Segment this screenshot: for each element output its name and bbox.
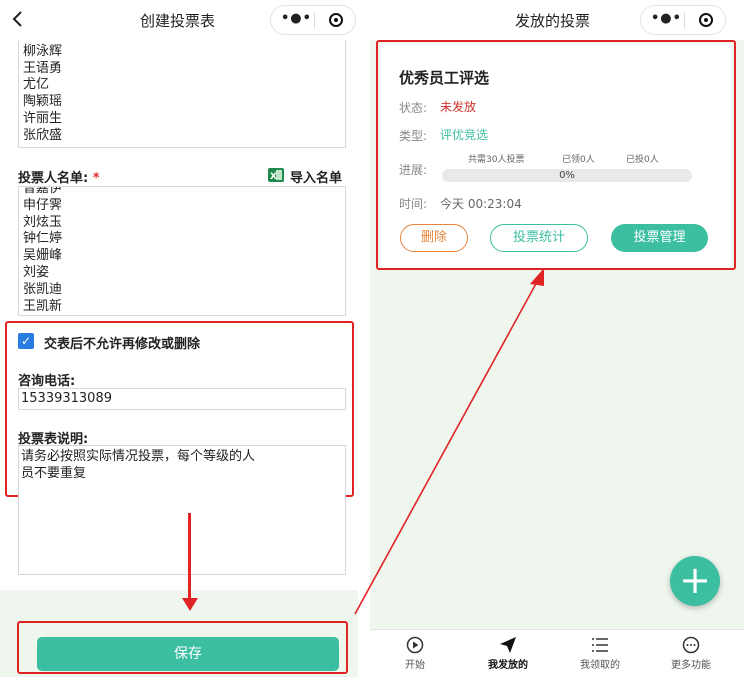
candidate-name: 张欣盛 <box>23 127 63 143</box>
phone-label: 咨询电话: <box>18 374 76 389</box>
candidate-name: 柳泳辉 <box>23 43 63 59</box>
more-circle-icon <box>651 636 731 654</box>
voter-names: 曾嘉伊 申仔霁 刘炫玉 钟仁婷 吴姗峰 刘姿 张凯迪 王凯新 <box>19 186 343 315</box>
candidate-list-textarea[interactable]: 赵语萌柳泳辉王语勇尤亿陶颖瑶许丽生张欣盛 <box>18 40 346 148</box>
candidate-name: 尤亿 <box>23 77 50 93</box>
back-icon[interactable] <box>8 9 28 29</box>
time-value: 今天 00:23:04 <box>440 197 522 211</box>
candidate-name: 许丽生 <box>23 110 63 126</box>
tab-label: 我领取的 <box>580 660 620 671</box>
candidate-name: 陶颖瑶 <box>23 94 63 110</box>
tab-start[interactable]: 开始 <box>375 630 455 671</box>
progress-voted: 已投0人 <box>626 155 659 165</box>
capsule-divider <box>314 13 315 29</box>
candidate-name: 王语勇 <box>23 60 63 76</box>
status-value: 未发放 <box>440 100 477 114</box>
tab-received[interactable]: 我领取的 <box>560 630 640 671</box>
arrow-down-head <box>182 598 198 611</box>
vote-title: 优秀员工评选 <box>399 69 490 87</box>
close-miniprogram-icon[interactable] <box>699 13 713 27</box>
voter-name: 张凯迪 <box>23 281 63 297</box>
candidate-names: 赵语萌柳泳辉王语勇尤亿陶颖瑶许丽生张欣盛 <box>19 40 343 145</box>
lock-after-submit-label: 交表后不允许再修改或删除 <box>44 337 201 352</box>
required-mark: * <box>92 171 100 186</box>
progress-received: 已领0人 <box>562 155 595 165</box>
miniprogram-capsule: •●• <box>640 5 726 35</box>
tab-label: 更多功能 <box>671 660 711 671</box>
page-title: 创建投票表 <box>140 12 216 30</box>
save-button[interactable]: 保存 <box>37 637 339 671</box>
paper-plane-icon <box>468 636 548 654</box>
description-text: 请务必按照实际情况投票，每个等级的人 员不要重复 <box>21 448 255 482</box>
type-value: 评优竞选 <box>440 128 489 142</box>
excel-icon: X <box>268 167 284 187</box>
red-pointer-arrow <box>354 268 544 615</box>
progress-percent: 0% <box>559 170 575 181</box>
voter-name: 刘炫玉 <box>23 214 63 230</box>
type-label: 类型: <box>399 129 428 143</box>
tab-label: 开始 <box>405 660 425 671</box>
capsule-divider <box>684 13 685 29</box>
voter-list-textarea[interactable]: 曾嘉伊 申仔霁 刘炫玉 钟仁婷 吴姗峰 刘姿 张凯迪 王凯新 <box>18 186 346 316</box>
description-line-2: 员不要重复 <box>21 466 87 481</box>
phone-input[interactable]: 15339313089 <box>18 388 346 410</box>
arrow-head <box>530 268 544 286</box>
delete-button[interactable]: 删除 <box>400 224 468 252</box>
tab-issued[interactable]: 我发放的 <box>468 630 548 671</box>
phone-value: 15339313089 <box>21 391 112 406</box>
description-textarea[interactable]: 请务必按照实际情况投票，每个等级的人 员不要重复 <box>18 445 346 575</box>
svg-text:X: X <box>270 172 277 182</box>
arrow-down-shaft <box>188 513 191 601</box>
progress-label: 进展: <box>399 163 428 177</box>
voter-name: 刘姿 <box>23 264 50 280</box>
voter-name: 吴姗峰 <box>23 248 63 264</box>
voter-name: 钟仁婷 <box>23 231 63 247</box>
close-miniprogram-icon[interactable] <box>329 13 343 27</box>
right-navbar: 发放的投票 •●• <box>370 0 744 40</box>
vote-manage-button[interactable]: 投票管理 <box>611 224 708 252</box>
add-fab-button[interactable]: + <box>670 556 720 606</box>
time-label: 时间: <box>399 197 428 211</box>
voter-name: 申仔霁 <box>23 197 63 213</box>
tab-label: 我发放的 <box>488 660 528 671</box>
bottom-tab-bar: 开始 我发放的 我领取的 更多功能 <box>370 629 744 678</box>
description-line-1: 请务必按照实际情况投票，每个等级的人 <box>21 449 256 464</box>
list-icon <box>560 636 640 654</box>
create-vote-screen: 创建投票表 •●• 赵语萌柳泳辉王语勇尤亿陶颖瑶许丽生张欣盛 投票人名单: * … <box>0 0 358 677</box>
arrow-line <box>354 279 539 615</box>
progress-total: 共需30人投票 <box>468 155 525 165</box>
import-list-button[interactable]: X 导入名单 <box>268 166 350 187</box>
progress-bar: 0% <box>442 169 692 182</box>
more-dots-icon[interactable]: •●• <box>651 11 682 26</box>
status-label: 状态: <box>399 101 428 115</box>
play-circle-icon <box>375 636 455 654</box>
left-navbar: 创建投票表 •●• <box>0 0 358 40</box>
page-title: 发放的投票 <box>515 12 591 30</box>
voter-name: 王凯新 <box>23 298 63 314</box>
miniprogram-capsule: •●• <box>270 5 356 35</box>
lock-after-submit-checkbox[interactable]: ✓ <box>18 333 34 349</box>
more-dots-icon[interactable]: •●• <box>281 11 312 26</box>
vote-stats-button[interactable]: 投票统计 <box>490 224 588 252</box>
import-list-label: 导入名单 <box>290 171 343 186</box>
voters-label: 投票人名单: * <box>18 171 100 186</box>
voter-name: 曾嘉伊 <box>23 186 63 196</box>
tab-more[interactable]: 更多功能 <box>651 630 731 671</box>
